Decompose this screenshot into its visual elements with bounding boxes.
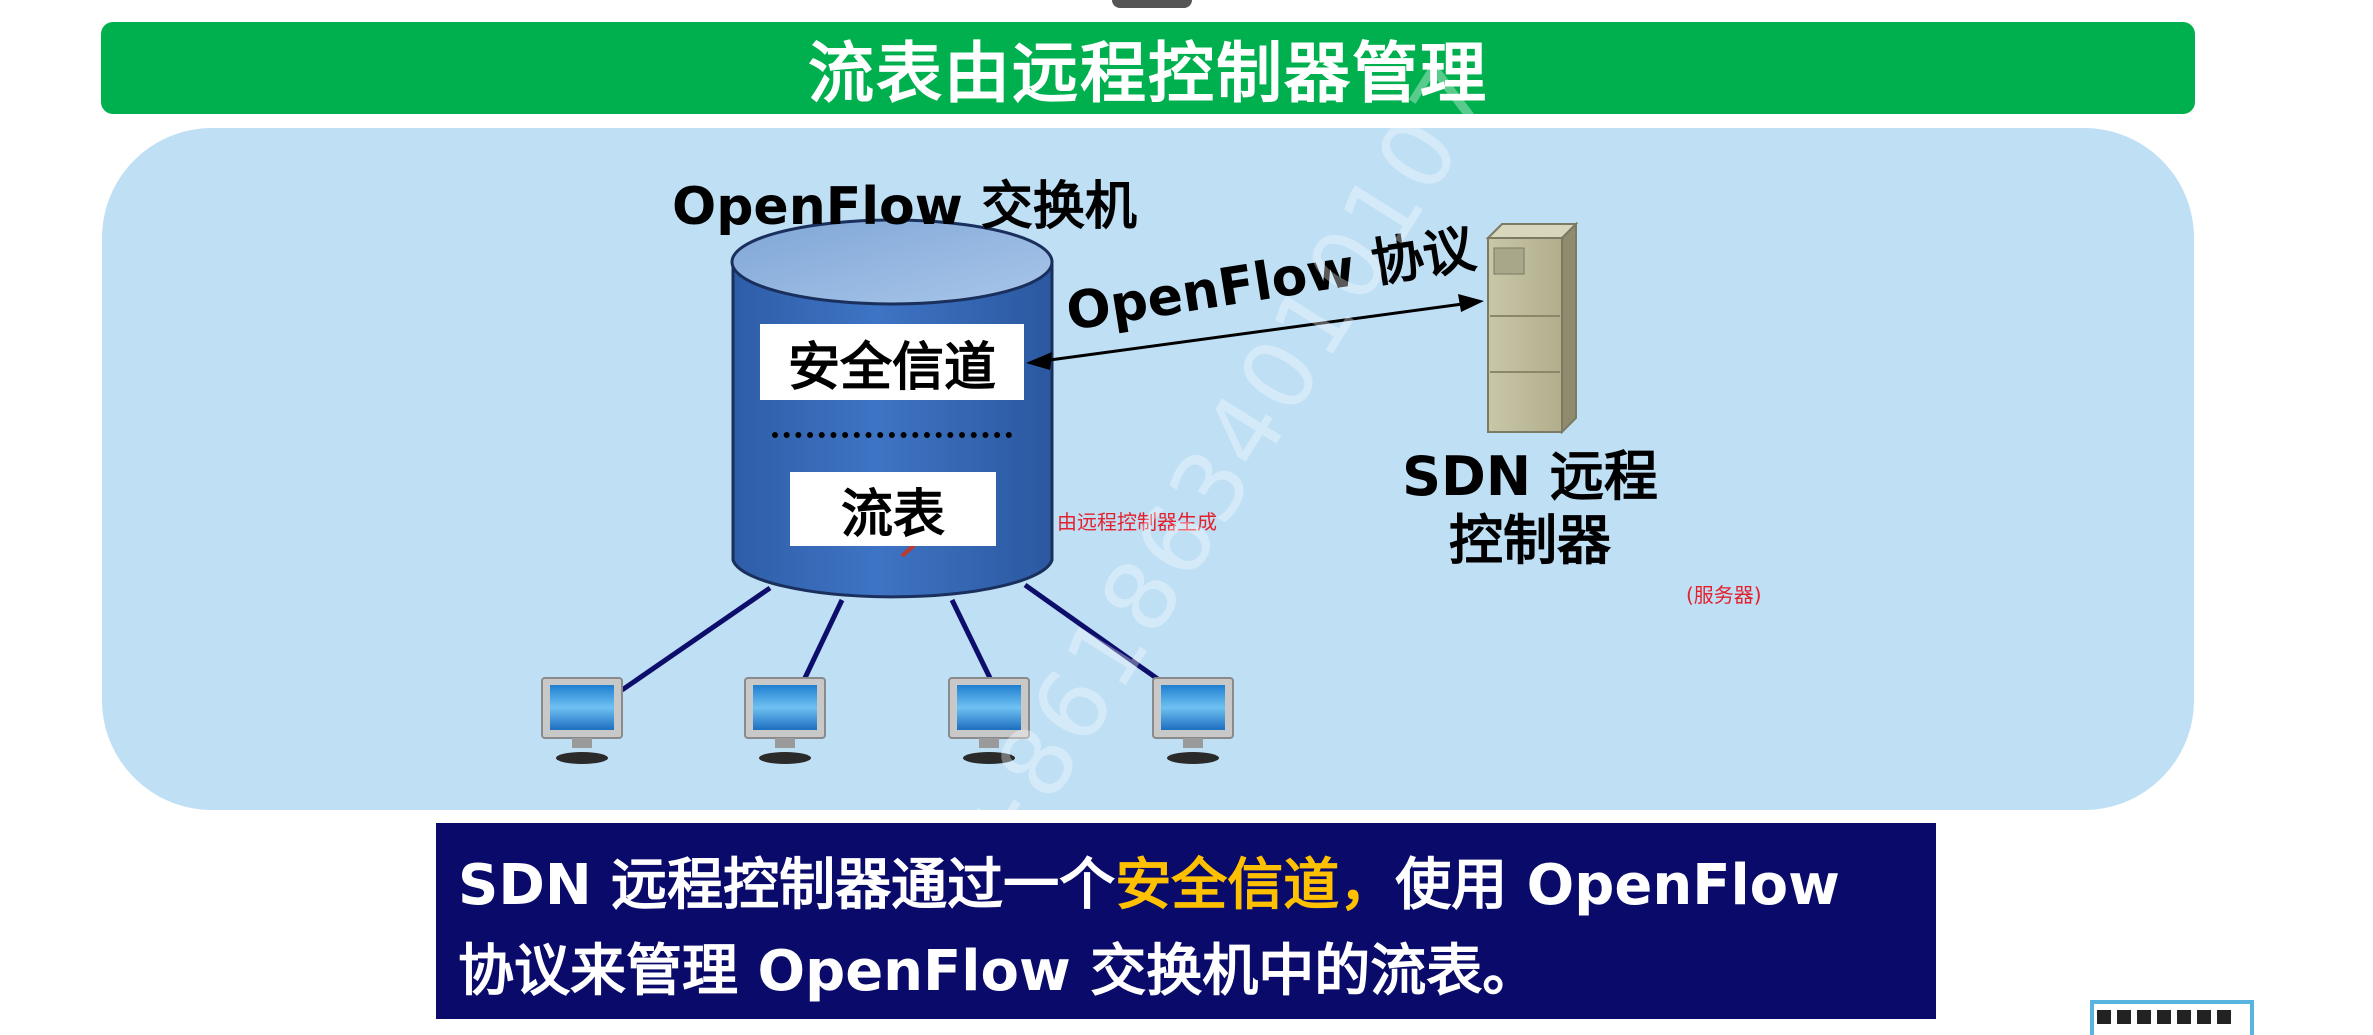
caption-part2: 使用 OpenFlow xyxy=(1395,853,1840,918)
computer-icon-4 xyxy=(1152,677,1234,764)
qr-code-icon xyxy=(2090,1000,2254,1035)
computer-icon-1 xyxy=(541,677,623,764)
controller-label: SDN 远程 控制器 xyxy=(1380,445,1680,573)
controller-label-line1: SDN 远程 xyxy=(1402,445,1658,508)
caption-part1: SDN 远程控制器通过一个 xyxy=(458,853,1116,918)
caption-line2: 协议来管理 OpenFlow 交换机中的流表。 xyxy=(458,939,1539,1004)
secure-channel-label: 安全信道 xyxy=(787,337,996,398)
flow-table-label: 流表 xyxy=(840,484,945,545)
flow-table-box: 流表 xyxy=(790,472,996,546)
dotted-divider xyxy=(772,432,1012,438)
caption-highlight: 安全信道， xyxy=(1115,853,1396,918)
server-icon xyxy=(1485,221,1579,435)
caption-line1: SDN 远程控制器通过一个安全信道，使用 OpenFlow xyxy=(458,843,1914,929)
controller-label-line2: 控制器 xyxy=(1449,509,1611,572)
switch-title: OpenFlow 交换机 xyxy=(672,177,1137,237)
secure-channel-box: 安全信道 xyxy=(760,324,1024,400)
computer-icon-2 xyxy=(744,677,826,764)
annotation-server: (服务器) xyxy=(1686,583,1762,607)
caption-box: SDN 远程控制器通过一个安全信道，使用 OpenFlow 协议来管理 Open… xyxy=(436,823,1936,1019)
